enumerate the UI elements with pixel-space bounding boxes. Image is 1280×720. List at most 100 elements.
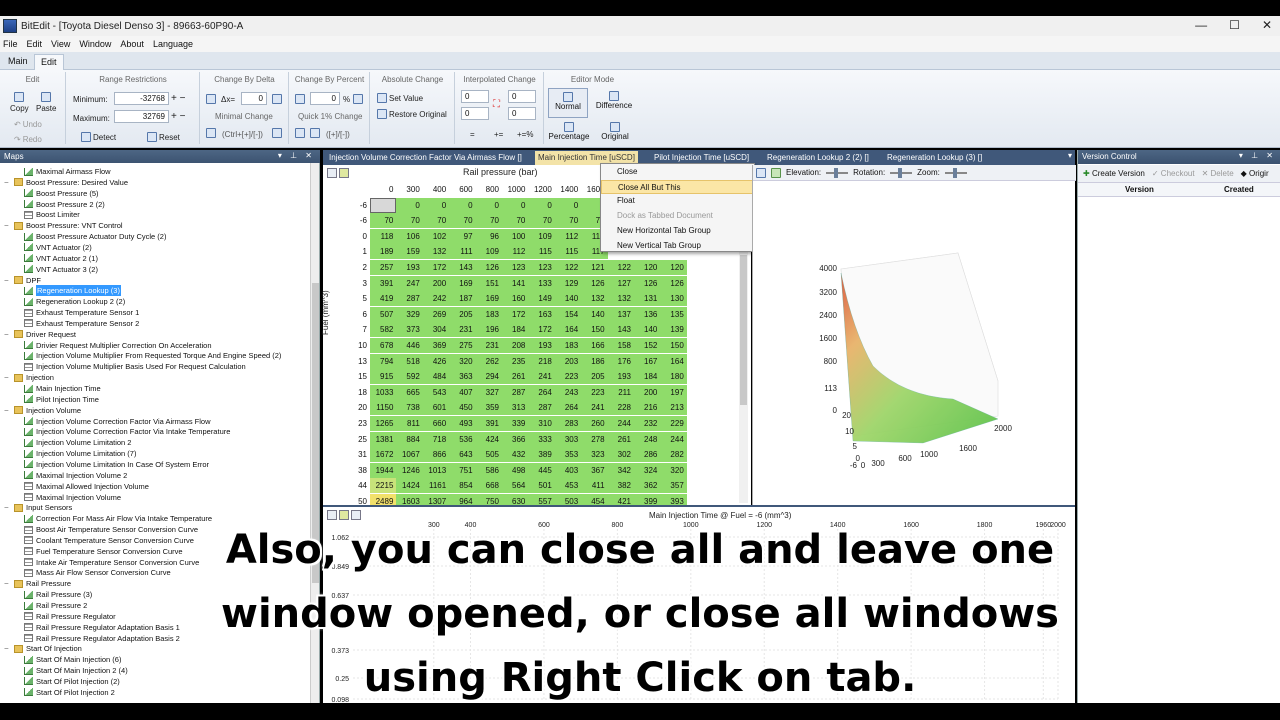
tree-item[interactable]: Coolant Temperature Sensor Conversion Cu… [24,535,194,546]
tree-folder[interactable]: − Injection Volume [4,405,81,416]
tree-item[interactable]: Maximal Allowed Injection Volume [24,481,149,492]
delta-plus-button[interactable] [272,94,282,104]
table-cell[interactable]: 205 [581,369,608,385]
table-cell[interactable]: 294 [475,369,502,385]
table-cell[interactable]: 261 [502,369,529,385]
interp-add-button[interactable]: += [494,130,503,139]
table-cell[interactable]: 143 [607,322,634,338]
table-cell[interactable]: 1067 [396,447,423,463]
table-cell[interactable]: 0 [449,197,476,213]
table-cell[interactable]: 275 [449,338,476,353]
table-cell[interactable]: 446 [396,338,423,353]
tree-item[interactable]: Exhaust Temperature Sensor 1 [24,307,139,318]
menu-file[interactable]: File [3,39,18,49]
table-cell[interactable]: 678 [370,338,397,353]
table-cell[interactable]: 243 [554,384,582,400]
create-version-button[interactable]: ✚ Create Version [1083,169,1145,178]
table-cell[interactable]: 213 [660,400,687,416]
tree-item[interactable]: Rail Pressure Regulator [24,611,116,622]
table-cell[interactable]: 339 [502,416,529,431]
table-cell[interactable]: 126 [581,275,608,291]
document-tab[interactable]: Regeneration Lookup (3) [] [884,151,985,165]
table-cell[interactable]: 915 [370,369,397,385]
context-menu-item[interactable]: Close All But This [601,179,754,194]
collapse-icon[interactable]: − [4,329,12,340]
tree-item[interactable]: Rail Pressure Regulator Adaptation Basis… [24,622,180,633]
tree-item[interactable]: Drivier Request Multiplier Correction On… [24,340,212,351]
table-cell[interactable]: 1265 [370,416,397,431]
table-cell[interactable]: 484 [422,369,450,385]
mode-percentage-button[interactable]: Percentage [547,122,591,141]
table-cell[interactable]: 507 [370,306,397,322]
table-cell[interactable]: 140 [634,322,661,338]
table-cell[interactable]: 665 [396,384,423,400]
table-cell[interactable]: 0 [502,197,529,213]
table-cell[interactable]: 164 [554,322,582,338]
table-cell[interactable]: 154 [554,306,582,322]
heatmap-icon[interactable] [339,168,349,178]
scrollbar-thumb[interactable] [740,255,747,405]
table-cell[interactable]: 223 [581,384,608,400]
table-cell[interactable]: 109 [475,244,502,260]
table-cell[interactable]: 866 [422,447,450,463]
table-cell[interactable]: 668 [475,478,502,494]
tree-item[interactable]: Regeneration Lookup 2 (2) [24,296,125,307]
table-cell[interactable]: 543 [422,384,450,400]
table-cell[interactable]: 106 [396,228,423,244]
table-cell[interactable]: 278 [581,431,608,447]
table-cell[interactable]: 115 [554,244,582,260]
menu-view[interactable]: View [51,39,70,49]
table-cell[interactable]: 132 [607,291,634,307]
menu-language[interactable]: Language [153,39,193,49]
table-cell[interactable]: 118 [370,228,397,244]
close-button[interactable]: ✕ [1262,18,1272,32]
table-cell[interactable]: 163 [528,306,555,322]
table-cell[interactable]: 304 [422,322,450,338]
table-view-icon[interactable] [327,168,337,178]
tree-folder[interactable]: − Driver Request [4,329,76,340]
table-cell[interactable]: 450 [449,400,476,416]
table-cell[interactable]: 242 [422,291,450,307]
table-cell[interactable]: 0 [422,197,450,213]
table-cell[interactable]: 660 [422,416,450,431]
table-cell[interactable]: 135 [660,306,687,322]
table-cell[interactable]: 123 [528,260,555,275]
table-cell[interactable]: 424 [475,431,502,447]
table-cell[interactable]: 100 [502,228,529,244]
table-cell[interactable]: 1246 [396,462,423,478]
table-cell[interactable]: 0 [528,197,555,213]
table-cell[interactable]: 601 [422,400,450,416]
tree-item[interactable]: Intake Air Temperature Sensor Conversion… [24,557,199,568]
table-cell[interactable]: 363 [449,369,476,385]
table-cell[interactable]: 244 [660,431,687,447]
table-cell[interactable]: 313 [502,400,529,416]
table-cell[interactable]: 282 [660,447,687,463]
tree-item[interactable]: Boost Pressure 2 (2) [24,199,105,210]
table-cell[interactable]: 193 [528,338,555,353]
tree-item[interactable]: Injection Volume Limitation (7) [24,448,136,459]
table-cell[interactable]: 183 [475,306,502,322]
table-cell[interactable]: 172 [502,306,529,322]
table-cell[interactable]: 333 [528,431,555,447]
tree-item[interactable]: VNT Actuator 2 (1) [24,253,98,264]
table-cell[interactable]: 133 [528,275,555,291]
table-cell[interactable]: 150 [581,322,608,338]
undo-button[interactable]: ↶ Undo [14,120,42,129]
table-cell[interactable]: 143 [449,260,476,275]
table-cell[interactable]: 419 [370,291,397,307]
table-cell[interactable]: 426 [422,353,450,369]
table-cell[interactable]: 453 [554,478,582,494]
table-cell[interactable]: 261 [607,431,634,447]
tree-item[interactable]: Mass Air Flow Sensor Conversion Curve [24,567,171,578]
tree-item[interactable]: Regeneration Lookup (3) [24,285,121,297]
delta-minus-button[interactable] [206,94,216,104]
tree-item[interactable]: Start Of Main Injection (6) [24,654,121,665]
table-cell[interactable]: 643 [449,447,476,463]
tree-item[interactable]: Rail Pressure (3) [24,589,92,600]
tree-item[interactable]: Start Of Pilot Injection 2 [24,687,115,698]
table-cell[interactable]: 247 [396,275,423,291]
tree-item[interactable]: Main Injection Time [24,383,101,394]
menu-window[interactable]: Window [79,39,111,49]
table-cell[interactable]: 186 [581,353,608,369]
version-control-controls[interactable]: ▾ ⊥ ✕ [1239,151,1276,160]
